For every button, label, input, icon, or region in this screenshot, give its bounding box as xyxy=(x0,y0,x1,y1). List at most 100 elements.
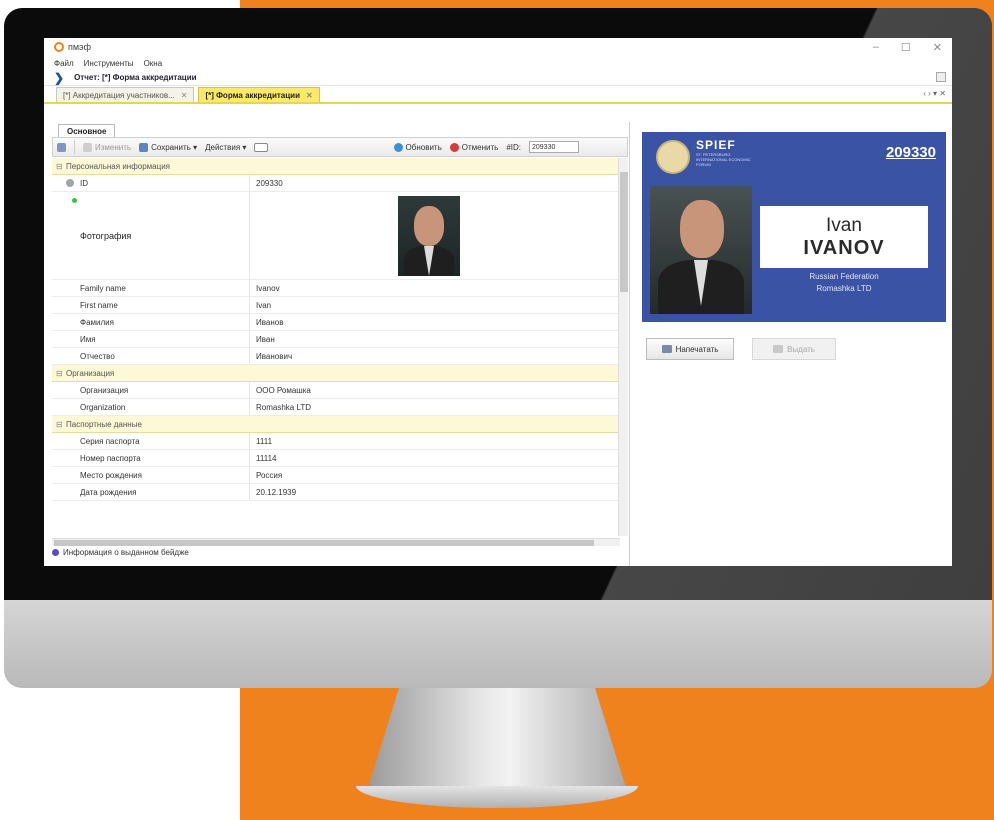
photo-face xyxy=(414,206,444,246)
issue-button[interactable]: Выдать xyxy=(752,338,836,360)
breadcrumb: ❯ Отчет: [*] Форма аккредитации xyxy=(44,70,952,86)
badge-info-expander[interactable]: Информация о выданном бейдже xyxy=(52,546,189,558)
field-label: Номер паспорта xyxy=(80,453,141,463)
id-label: #ID: xyxy=(506,142,521,152)
status-dot-icon xyxy=(72,198,77,203)
section-label: Персональная информация xyxy=(66,161,171,171)
actions-button-label: Действия ▾ xyxy=(205,142,247,152)
print-button[interactable]: Напечатать xyxy=(646,338,734,360)
window-controls: – ☐ ✕ xyxy=(873,41,942,54)
pencil-icon xyxy=(83,142,92,152)
save-button[interactable]: Сохранить ▾ xyxy=(139,142,197,152)
field-label: Место рождения xyxy=(80,470,142,480)
field-value[interactable]: 209330 xyxy=(250,179,283,188)
field-value[interactable]: Россия xyxy=(250,471,282,480)
cancel-button[interactable]: Отменить xyxy=(449,142,498,152)
tab-label: [*] Форма аккредитации xyxy=(205,90,300,100)
section-passport[interactable]: ⊟ Паспортные данные xyxy=(52,416,620,433)
tab-accreditation-form[interactable]: [*] Форма аккредитации ✕ xyxy=(198,87,320,102)
table-row: Номер паспорта 11114 xyxy=(52,450,620,467)
id-field[interactable]: 209330 xyxy=(529,141,579,153)
refresh-button[interactable]: Обновить xyxy=(393,142,442,152)
field-label-cell: Место рождения xyxy=(52,467,250,483)
print-button-label: Напечатать xyxy=(675,344,719,354)
info-icon xyxy=(52,548,59,556)
tab-label: [*] Аккредитация участников... xyxy=(63,90,175,100)
monitor-chin xyxy=(4,600,992,688)
field-label-cell: Фотография xyxy=(52,192,250,280)
field-value[interactable]: 11114 xyxy=(250,454,276,463)
window-icon[interactable] xyxy=(254,142,269,152)
field-label-cell: Organization xyxy=(52,399,250,415)
edit-button-label: Изменить xyxy=(95,142,132,152)
form-toolbar: Изменить Сохранить ▾ Действия ▾ Обновить xyxy=(52,137,628,157)
tab-navigation-icons[interactable]: ‹ › ▾ ✕ xyxy=(923,89,946,98)
photo-face xyxy=(680,200,724,258)
table-row: Фамилия Иванов xyxy=(52,314,620,331)
field-label: Организация xyxy=(80,385,129,395)
actions-menu-button[interactable]: Действия ▾ xyxy=(205,143,246,152)
panel-icon[interactable] xyxy=(936,72,946,82)
app-window: пмэф – ☐ ✕ Файл Инструменты Окна ❯ Отчет… xyxy=(44,38,952,566)
card-name-box: Ivan IVANOV xyxy=(760,206,928,268)
forum-logo-icon xyxy=(656,140,690,174)
save-icon xyxy=(139,142,149,152)
section-organization[interactable]: ⊟ Организация xyxy=(52,365,620,382)
table-row: Дата рождения 20.12.1939 xyxy=(52,484,620,501)
field-label-cell: Организация xyxy=(52,382,250,398)
app-title: пмэф xyxy=(68,42,92,52)
table-row: Отчество Иванович xyxy=(52,348,620,365)
disk-icon[interactable] xyxy=(57,142,66,152)
menu-file[interactable]: Файл xyxy=(54,59,74,68)
field-value[interactable]: ООО Ромашка xyxy=(250,386,311,395)
collapse-icon[interactable]: ⊟ xyxy=(56,369,66,378)
close-icon[interactable]: ✕ xyxy=(181,91,188,100)
menu-tools[interactable]: Инструменты xyxy=(84,59,134,68)
edit-button[interactable]: Изменить xyxy=(83,142,132,152)
form-panel: Основное Изменить Сохранить ▾ Действия ▾ xyxy=(44,122,630,566)
field-value[interactable]: Иванов xyxy=(250,318,283,327)
field-label-cell: First name xyxy=(52,297,250,313)
toolbar-separator xyxy=(74,140,75,154)
card-country: Russian Federation xyxy=(809,272,879,281)
collapse-icon[interactable]: ⊟ xyxy=(56,162,66,171)
vertical-scrollbar[interactable] xyxy=(618,158,628,536)
field-value[interactable]: Ivan xyxy=(250,301,271,310)
horizontal-scrollbar[interactable] xyxy=(52,538,620,546)
menu-windows[interactable]: Окна xyxy=(144,59,163,68)
title-bar: пмэф – ☐ ✕ xyxy=(44,38,952,56)
menu-bar: Файл Инструменты Окна xyxy=(44,56,952,70)
issue-button-label: Выдать xyxy=(787,344,815,354)
field-label: Серия паспорта xyxy=(80,436,140,446)
minimize-icon[interactable]: – xyxy=(873,41,879,54)
field-value[interactable]: 20.12.1939 xyxy=(250,488,296,497)
collapse-icon[interactable]: ⊟ xyxy=(56,420,66,429)
section-personal-info[interactable]: ⊟ Персональная информация xyxy=(52,158,620,175)
field-value[interactable]: 1111 xyxy=(250,437,272,446)
field-value[interactable]: Ivanov xyxy=(250,284,280,293)
table-row: Family name Ivanov xyxy=(52,280,620,297)
table-row: Organization Romashka LTD xyxy=(52,399,620,416)
field-value[interactable]: Иван xyxy=(250,335,275,344)
field-label: Фотография xyxy=(80,231,132,241)
close-icon[interactable]: ✕ xyxy=(306,91,313,100)
tab-accreditation-participants[interactable]: [*] Аккредитация участников... ✕ xyxy=(56,87,195,102)
field-value[interactable]: Romashka LTD xyxy=(250,403,311,412)
card-first-name: Ivan xyxy=(826,214,862,236)
maximize-icon[interactable]: ☐ xyxy=(901,41,911,54)
close-icon[interactable]: ✕ xyxy=(933,41,942,54)
field-label: Фамилия xyxy=(80,317,114,327)
field-label: Дата рождения xyxy=(80,487,137,497)
field-label-cell: Имя xyxy=(52,331,250,347)
monitor-stand xyxy=(368,688,626,788)
field-label-cell: Серия паспорта xyxy=(52,433,250,449)
app-logo-icon xyxy=(54,42,64,52)
person-photo[interactable] xyxy=(398,196,460,276)
card-last-name: IVANOV xyxy=(803,236,885,259)
chevron-right-icon[interactable]: ❯ xyxy=(54,71,64,85)
scrollbar-thumb[interactable] xyxy=(620,172,628,292)
tab-main[interactable]: Основное xyxy=(58,124,116,137)
field-value[interactable]: Иванович xyxy=(250,352,292,361)
field-label: Family name xyxy=(80,283,126,293)
cancel-icon xyxy=(449,142,459,152)
